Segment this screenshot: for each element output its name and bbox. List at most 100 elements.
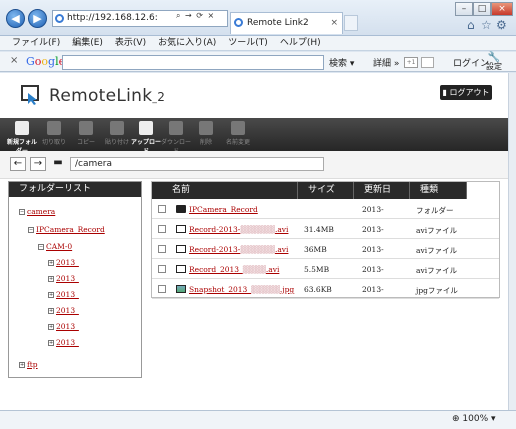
menu-view[interactable]: 表示(V): [115, 36, 146, 51]
row-checkbox[interactable]: [158, 265, 166, 273]
file-size: 5.5MB: [304, 265, 330, 274]
tree-expand-icon[interactable]: +: [48, 260, 54, 266]
column-header-size[interactable]: サイズ: [298, 182, 354, 199]
delete-icon: [199, 121, 213, 135]
new-tab-button[interactable]: [344, 15, 358, 31]
path-back-button[interactable]: ←: [10, 157, 26, 171]
row-checkbox[interactable]: [158, 205, 166, 213]
browser-tab[interactable]: Remote Link2 ×: [230, 12, 343, 34]
google-details-button[interactable]: 詳細 »: [373, 56, 399, 69]
home-icon[interactable]: ⌂: [467, 18, 475, 32]
menu-file[interactable]: ファイル(F): [12, 36, 60, 51]
tree-expand-icon[interactable]: +: [19, 362, 25, 368]
file-date: 2013-: [362, 205, 384, 214]
row-checkbox[interactable]: [158, 225, 166, 233]
google-search-button[interactable]: 検索 ▾: [329, 56, 354, 69]
tree-collapse-icon[interactable]: −: [19, 209, 25, 215]
tree-node-date[interactable]: 2013_: [56, 290, 79, 299]
file-type: aviファイル: [416, 246, 458, 255]
column-header-date[interactable]: 更新日: [354, 182, 410, 199]
rename-icon: [231, 121, 245, 135]
file-type: aviファイル: [416, 226, 458, 235]
google-settings-button[interactable]: 🔧 設定: [486, 53, 502, 72]
delete-button[interactable]: 削除: [190, 120, 222, 146]
new-folder-icon: [15, 121, 29, 135]
paste-icon: [110, 121, 124, 135]
back-button[interactable]: ◀: [6, 9, 25, 28]
tree-expand-icon[interactable]: +: [48, 340, 54, 346]
vertical-scrollbar[interactable]: [508, 73, 516, 410]
file-name[interactable]: Record-2013-▓▓▓▓▓▓.avi: [189, 225, 288, 234]
zoom-control[interactable]: ⊕ 100% ▾: [452, 414, 496, 424]
remote-link-logo-icon: [21, 85, 39, 105]
tree-collapse-icon[interactable]: −: [38, 244, 44, 250]
tree-expand-icon[interactable]: +: [48, 292, 54, 298]
folder-icon: [176, 205, 186, 213]
column-header-type[interactable]: 種類: [410, 182, 467, 199]
app-logo: RemoteLink_2: [49, 86, 166, 106]
cut-icon: [47, 121, 61, 135]
tree-node-date[interactable]: 2013_: [56, 274, 79, 283]
tools-icon[interactable]: ⚙: [496, 18, 507, 32]
menu-help[interactable]: ヘルプ(H): [280, 36, 321, 51]
tab-close-icon[interactable]: ×: [330, 13, 338, 33]
menu-tools[interactable]: ツール(T): [228, 36, 268, 51]
tree-node-date[interactable]: 2013_: [56, 338, 79, 347]
file-name[interactable]: Record_2013_▓▓▓▓.avi: [189, 265, 279, 274]
file-name[interactable]: Snapshot_2013_▓▓▓▓▓.jpg: [189, 285, 294, 294]
tree-expand-icon[interactable]: +: [48, 308, 54, 314]
new-folder-button[interactable]: 新規フォルダー: [6, 120, 38, 155]
google-toolbar: × Google 検索 ▾ 詳細 » +1 ログイン 🔧設定: [0, 52, 516, 72]
video-icon: [176, 245, 186, 253]
menu-favorites[interactable]: お気に入り(A): [158, 36, 216, 51]
address-actions[interactable]: ⌕ → ⟳ ×: [176, 11, 215, 21]
tree-node-date[interactable]: 2013_: [56, 306, 79, 315]
file-type: jpgファイル: [416, 286, 458, 295]
close-window-button[interactable]: ×: [491, 2, 513, 16]
column-header-name[interactable]: 名前: [152, 182, 298, 199]
upload-button[interactable]: アップロード: [130, 120, 162, 155]
tree-collapse-icon[interactable]: −: [28, 227, 34, 233]
paste-button[interactable]: 貼り付け: [101, 120, 133, 146]
google-login-button[interactable]: ログイン: [453, 56, 489, 69]
cut-button[interactable]: 切り取り: [38, 120, 70, 146]
file-name[interactable]: Record-2013-▓▓▓▓▓▓.avi: [189, 245, 288, 254]
file-name[interactable]: IPCamera_Record: [189, 205, 258, 214]
google-counter-icon[interactable]: +1: [404, 57, 418, 68]
minimize-button[interactable]: –: [455, 2, 473, 16]
rename-button[interactable]: 名前変更: [222, 120, 254, 146]
logout-icon: ▮: [442, 88, 447, 97]
image-icon: [176, 285, 186, 293]
tree-node-date[interactable]: 2013_: [56, 258, 79, 267]
google-share-icon[interactable]: [421, 57, 434, 68]
row-checkbox[interactable]: [158, 285, 166, 293]
tree-node-ftp[interactable]: ftp: [27, 360, 38, 369]
forward-button[interactable]: ▶: [28, 9, 47, 28]
download-button[interactable]: ダウンロード: [160, 120, 192, 155]
tree-node-cam[interactable]: CAM-0: [46, 242, 72, 251]
file-date: 2013-: [362, 225, 384, 234]
video-icon: [176, 265, 186, 273]
file-size: 36MB: [304, 245, 327, 254]
path-field[interactable]: /camera: [70, 157, 324, 171]
video-icon: [176, 225, 186, 233]
google-toolbar-close[interactable]: ×: [10, 55, 18, 66]
tree-expand-icon[interactable]: +: [48, 324, 54, 330]
maximize-button[interactable]: □: [473, 2, 491, 16]
tree-expand-icon[interactable]: +: [48, 276, 54, 282]
menu-edit[interactable]: 編集(E): [72, 36, 103, 51]
folder-up-icon[interactable]: ▬: [50, 157, 66, 171]
file-size: 63.6KB: [304, 285, 332, 294]
row-checkbox[interactable]: [158, 245, 166, 253]
tree-node-camera[interactable]: camera: [27, 207, 55, 216]
path-forward-button[interactable]: →: [30, 157, 46, 171]
google-search-input[interactable]: [62, 55, 324, 70]
tree-node-date[interactable]: 2013_: [56, 322, 79, 331]
file-size: 31.4MB: [304, 225, 334, 234]
google-logo: Google: [26, 55, 65, 68]
copy-button[interactable]: コピー: [70, 120, 102, 146]
logout-button[interactable]: ▮ ログアウト: [440, 85, 492, 100]
file-date: 2013-: [362, 265, 384, 274]
favorites-icon[interactable]: ☆: [481, 18, 492, 32]
tree-node-ipcamera-record[interactable]: IPCamera_Record: [36, 225, 105, 234]
